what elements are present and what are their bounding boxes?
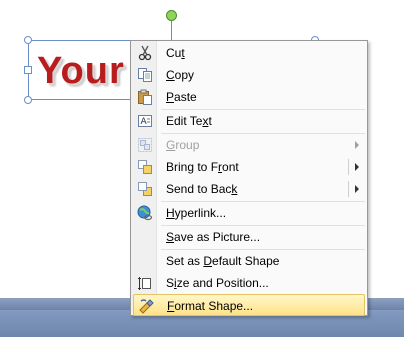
resize-handle-left[interactable] <box>24 66 32 74</box>
send-to-back-icon <box>138 182 152 196</box>
menu-item-label: Paste <box>166 90 197 104</box>
menu-item-label: Cut <box>166 46 185 60</box>
menu-item-paste[interactable]: Paste <box>133 86 365 108</box>
wordart-text[interactable]: Your <box>37 50 125 93</box>
menu-item-label: Save as Picture... <box>166 230 261 244</box>
scissors-icon <box>138 45 152 61</box>
submenu-arrow-icon[interactable] <box>355 185 359 193</box>
split-divider <box>348 159 349 175</box>
submenu-arrow-icon[interactable] <box>355 163 359 171</box>
size-position-icon <box>138 277 151 290</box>
menu-item-send-to-back[interactable]: Send to Back <box>133 178 365 200</box>
submenu-arrow-icon <box>355 141 359 149</box>
resize-handle-bottom-left[interactable] <box>24 96 32 104</box>
menu-item-edit-text[interactable]: A Edit Text <box>133 110 365 132</box>
format-shape-icon <box>139 299 154 314</box>
menu-item-label: Size and Position... <box>166 276 269 290</box>
resize-handle-top-left[interactable] <box>24 36 32 44</box>
split-divider <box>348 181 349 197</box>
menu-item-label: Format Shape... <box>167 299 254 313</box>
menu-item-label: Bring to Front <box>166 160 239 174</box>
menu-item-label: Send to Back <box>166 182 238 196</box>
menu-item-copy[interactable]: Copy <box>133 64 365 86</box>
menu-item-format-shape[interactable]: Format Shape... <box>133 294 365 316</box>
menu-item-size-and-position[interactable]: Size and Position... <box>133 272 365 294</box>
rotate-handle[interactable] <box>166 10 177 21</box>
group-icon <box>138 138 152 152</box>
menu-item-label: Set as Default Shape <box>166 254 280 268</box>
svg-text:A: A <box>141 117 148 127</box>
paste-icon <box>138 89 152 105</box>
menu-item-set-default-shape[interactable]: Set as Default Shape <box>133 250 365 272</box>
menu-item-group[interactable]: Group <box>133 134 365 156</box>
edit-text-icon: A <box>138 115 152 127</box>
rotate-connector <box>171 20 172 40</box>
copy-icon <box>138 68 152 82</box>
menu-item-bring-to-front[interactable]: Bring to Front <box>133 156 365 178</box>
menu-item-label: Group <box>166 138 200 152</box>
menu-item-cut[interactable]: Cut <box>133 42 365 64</box>
menu-item-hyperlink[interactable]: Hyperlink... <box>133 202 365 224</box>
hyperlink-icon <box>137 205 153 221</box>
bring-to-front-icon <box>138 160 152 174</box>
menu-item-label: Copy <box>166 68 195 82</box>
context-menu: Cut Copy Paste A Edit Text Group Bring t… <box>130 40 368 316</box>
menu-item-label: Hyperlink... <box>166 206 227 220</box>
menu-item-label: Edit Text <box>166 114 212 128</box>
menu-item-save-as-picture[interactable]: Save as Picture... <box>133 226 365 248</box>
